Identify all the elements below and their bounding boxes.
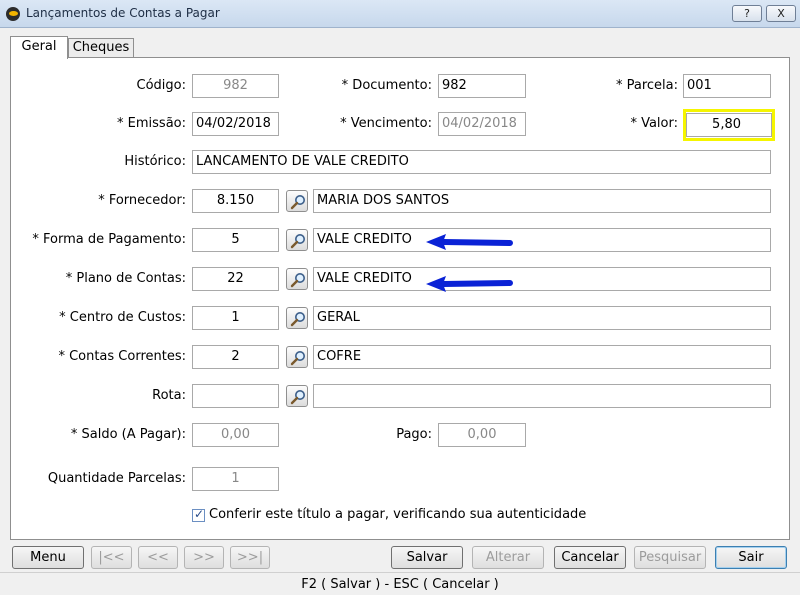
contas-correntes-name-field[interactable]: COFRE: [313, 345, 771, 369]
vencimento-label: * Vencimento:: [340, 116, 432, 131]
magnifier-icon: [290, 312, 305, 327]
plano-contas-code-field[interactable]: 22: [192, 267, 279, 291]
valor-highlight: [683, 109, 775, 141]
window-title: Lançamentos de Contas a Pagar: [26, 6, 220, 20]
conferir-checkbox[interactable]: [192, 507, 205, 522]
centro-custos-lookup-button[interactable]: [286, 307, 308, 329]
plano-contas-lookup-button[interactable]: [286, 268, 308, 290]
fornecedor-code-field[interactable]: 8.150: [192, 189, 279, 213]
alterar-button[interactable]: Alterar: [472, 546, 544, 569]
emissao-label: * Emissão:: [117, 116, 186, 131]
magnifier-icon: [290, 351, 305, 366]
contas-correntes-lookup-button[interactable]: [286, 346, 308, 368]
magnifier-icon: [290, 390, 305, 405]
arrow-pointer-icon: [426, 234, 513, 250]
parcela-label: * Parcela:: [615, 78, 678, 93]
arrow-pointer-icon: [426, 276, 513, 292]
forma-pagamento-lookup-button[interactable]: [286, 229, 308, 251]
title-bar: Lançamentos de Contas a Pagar ? X: [0, 0, 800, 28]
vencimento-field[interactable]: 04/02/2018: [438, 112, 526, 136]
tab-geral[interactable]: Geral: [10, 36, 68, 59]
app-icon: [6, 7, 20, 21]
pago-label: Pago:: [396, 427, 432, 442]
sair-button[interactable]: Sair: [715, 546, 787, 569]
codigo-label: Código:: [136, 78, 186, 93]
forma-pagamento-label: * Forma de Pagamento:: [32, 232, 186, 247]
fornecedor-label: * Fornecedor:: [98, 193, 186, 208]
last-record-button[interactable]: >>|: [230, 546, 270, 569]
centro-custos-name-field[interactable]: GERAL: [313, 306, 771, 330]
close-button[interactable]: X: [766, 5, 796, 22]
rota-label: Rota:: [152, 388, 186, 403]
contas-correntes-code-field[interactable]: 2: [192, 345, 279, 369]
status-bar: F2 ( Salvar ) - ESC ( Cancelar ): [0, 572, 800, 595]
help-button[interactable]: ?: [732, 5, 762, 22]
historico-field[interactable]: LANCAMENTO DE VALE CREDITO: [192, 150, 771, 174]
tab-cheques[interactable]: Cheques: [68, 38, 134, 57]
documento-field[interactable]: 982: [438, 74, 526, 98]
centro-custos-label: * Centro de Custos:: [59, 310, 186, 325]
plano-contas-label: * Plano de Contas:: [65, 271, 186, 286]
conferir-label[interactable]: Conferir este título a pagar, verificand…: [209, 504, 586, 526]
cancelar-button[interactable]: Cancelar: [554, 546, 626, 569]
historico-label: Histórico:: [124, 154, 186, 169]
rota-lookup-button[interactable]: [286, 385, 308, 407]
centro-custos-code-field[interactable]: 1: [192, 306, 279, 330]
first-record-button[interactable]: |<<: [91, 546, 132, 569]
salvar-button[interactable]: Salvar: [391, 546, 463, 569]
quantidade-parcelas-field[interactable]: 1: [192, 467, 279, 491]
fornecedor-name-field[interactable]: MARIA DOS SANTOS: [313, 189, 771, 213]
saldo-label: * Saldo (A Pagar):: [70, 427, 186, 442]
parcela-field[interactable]: 001: [683, 74, 771, 98]
pesquisar-button[interactable]: Pesquisar: [634, 546, 706, 569]
plano-contas-name-field[interactable]: VALE CREDITO: [313, 267, 771, 291]
contas-correntes-label: * Contas Correntes:: [58, 349, 186, 364]
magnifier-icon: [290, 273, 305, 288]
pago-field[interactable]: 0,00: [438, 423, 526, 447]
menu-button[interactable]: Menu: [12, 546, 84, 569]
next-record-button[interactable]: >>: [184, 546, 224, 569]
saldo-field[interactable]: 0,00: [192, 423, 279, 447]
valor-label: * Valor:: [630, 116, 678, 131]
documento-label: * Documento:: [341, 78, 432, 93]
forma-pagamento-name-field[interactable]: VALE CREDITO: [313, 228, 771, 252]
magnifier-icon: [290, 195, 305, 210]
forma-pagamento-code-field[interactable]: 5: [192, 228, 279, 252]
quantidade-parcelas-label: Quantidade Parcelas:: [47, 471, 186, 486]
rota-code-field[interactable]: [192, 384, 279, 408]
rota-name-field[interactable]: [313, 384, 771, 408]
codigo-field[interactable]: 982: [192, 74, 279, 98]
emissao-field[interactable]: 04/02/2018: [192, 112, 279, 136]
prev-record-button[interactable]: <<: [138, 546, 178, 569]
magnifier-icon: [290, 234, 305, 249]
fornecedor-lookup-button[interactable]: [286, 190, 308, 212]
